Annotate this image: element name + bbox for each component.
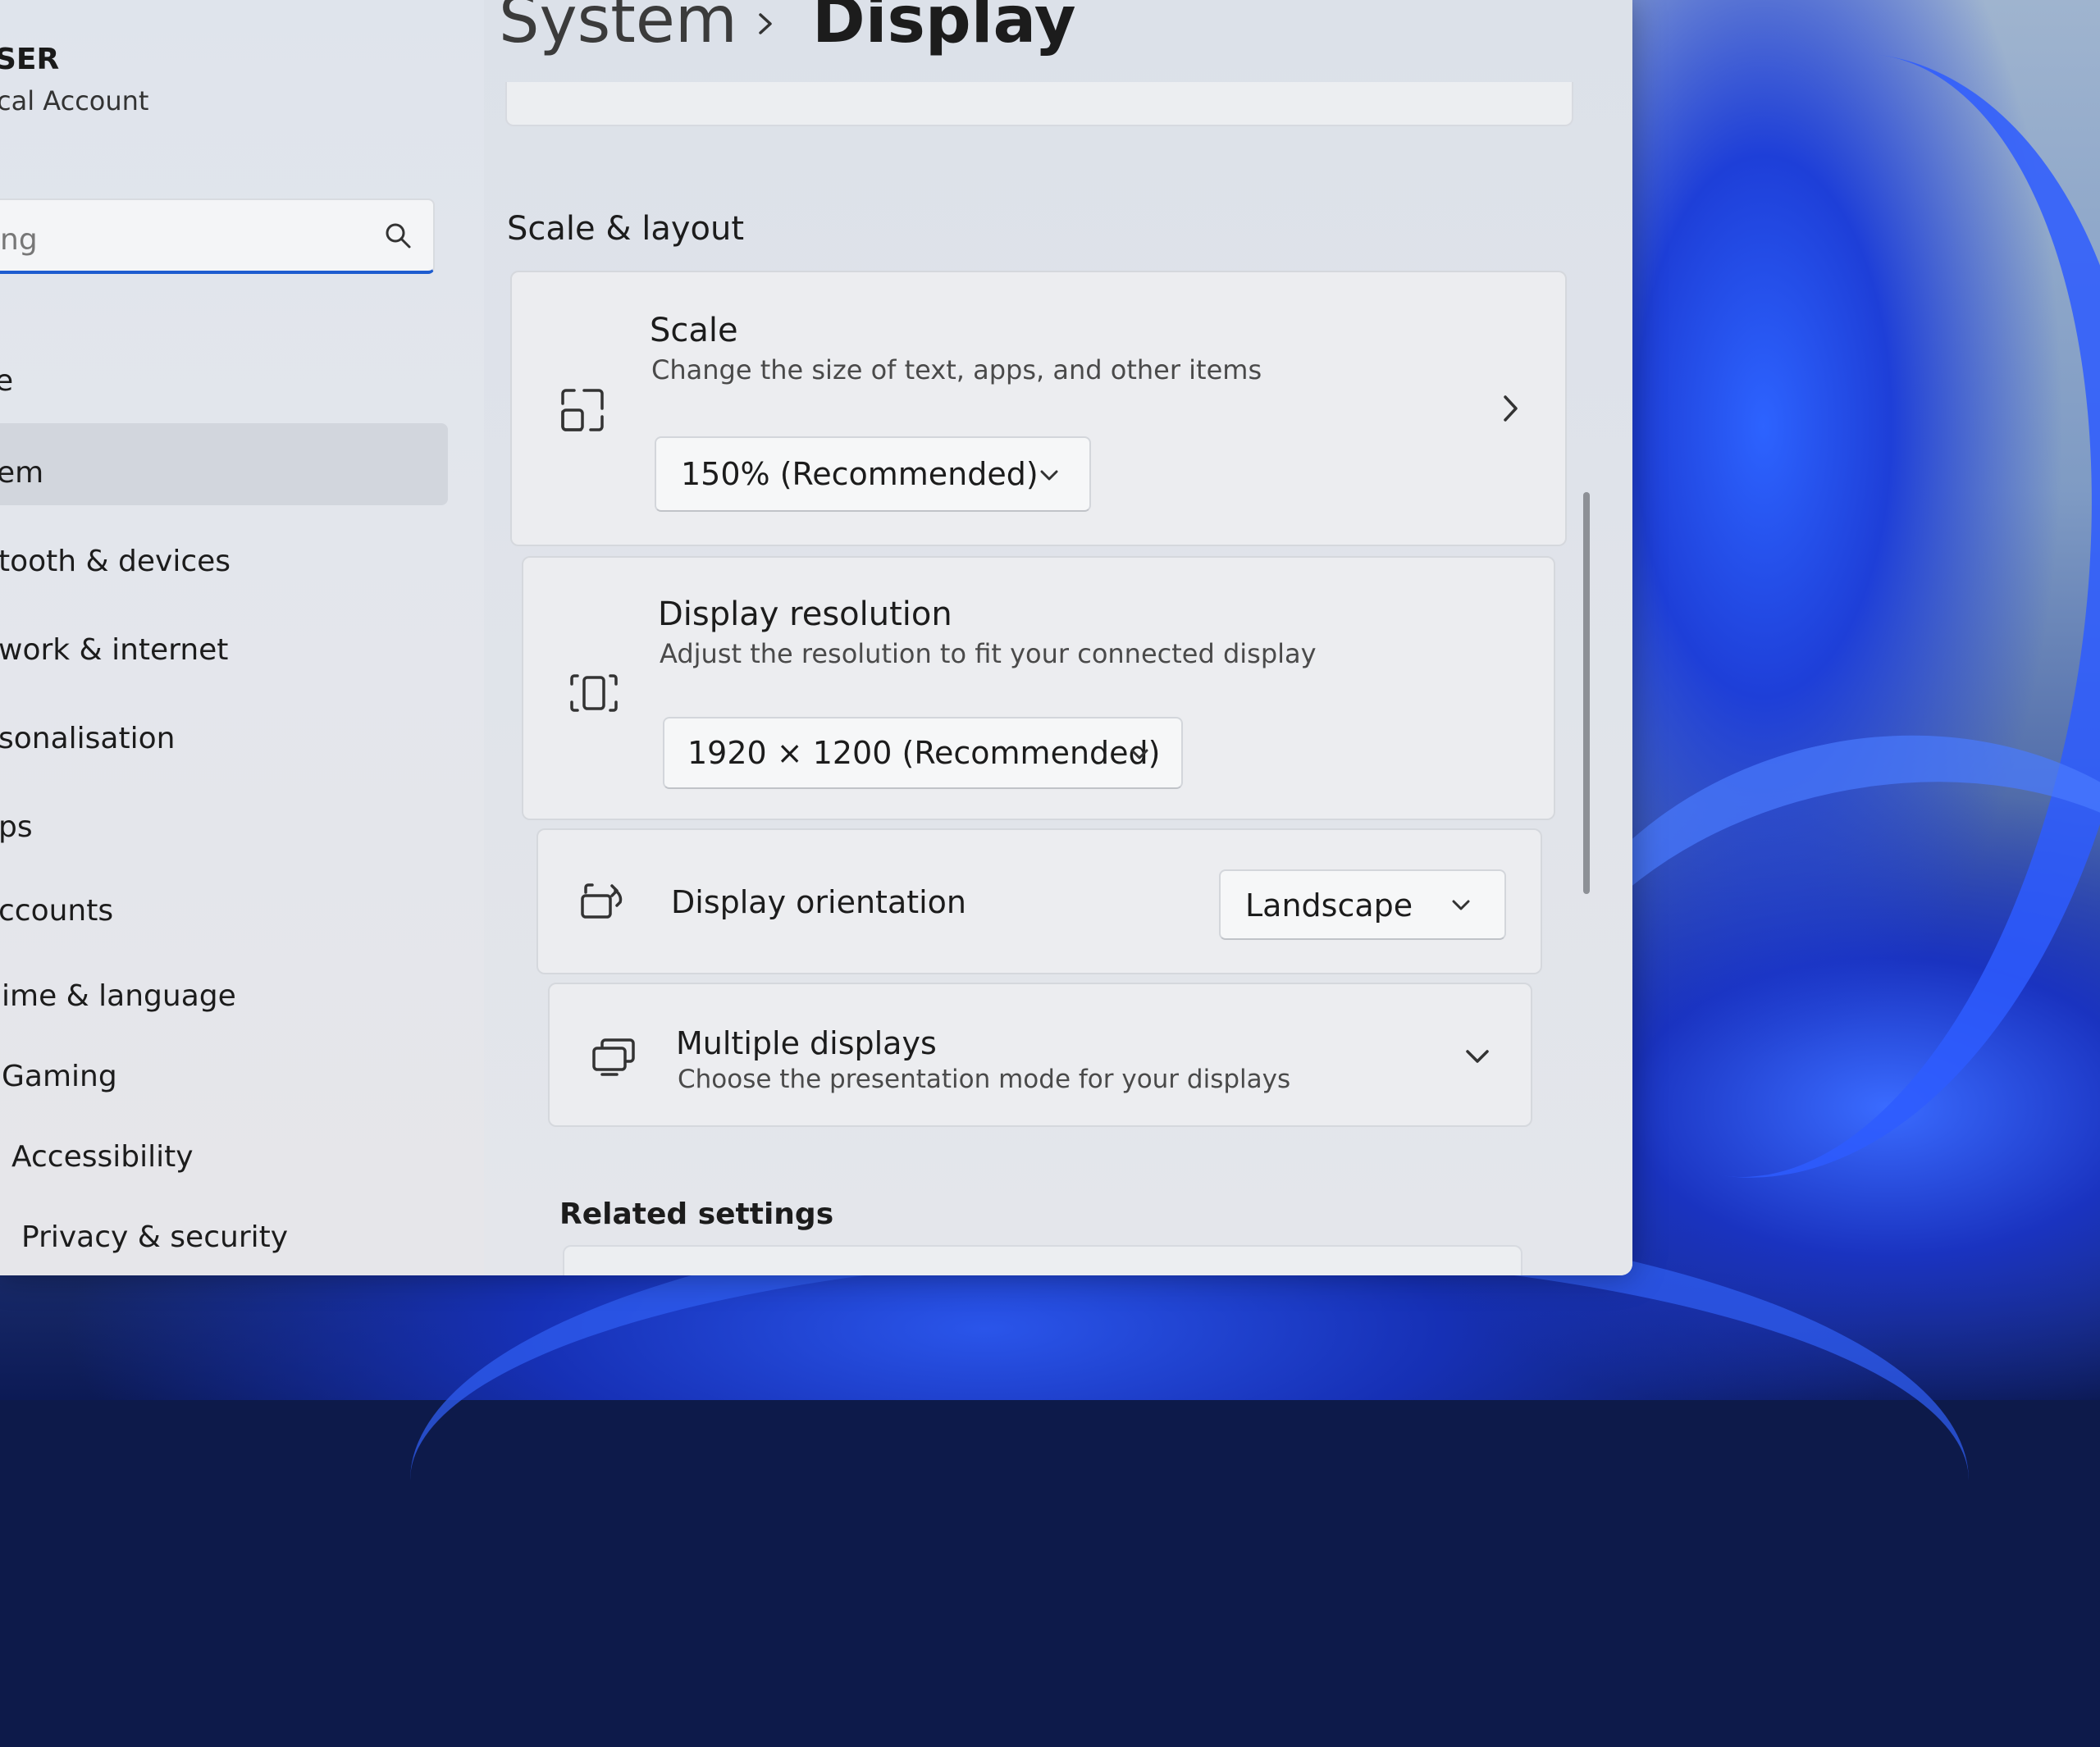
scale-description: Change the size of text, apps, and other… [651,354,1262,385]
orientation-title: Display orientation [671,884,967,920]
previous-card [505,82,1573,126]
orientation-card[interactable]: Display orientation Landscape [536,828,1542,974]
resolution-dropdown-value: 1920 × 1200 (Recommended) [687,735,1161,771]
nav-item-home[interactable]: e [0,364,13,398]
nav-item-network-internet[interactable]: work & internet [0,633,228,667]
multiple-displays-icon [592,1038,635,1076]
nav-item-privacy-security[interactable]: Privacy & security [21,1220,288,1254]
nav-item-accessibility[interactable]: Accessibility [11,1140,194,1174]
multiple-displays-title: Multiple displays [676,1025,937,1061]
chevron-right-icon [759,13,772,34]
nav-item-accounts[interactable]: ccounts [0,894,113,928]
chevron-down-icon [1452,900,1470,910]
scale-icon [561,389,604,431]
multiple-displays-card[interactable]: Multiple displays Choose the presentatio… [548,983,1532,1127]
settings-window: SER cal Account ng e em tooth & devices … [0,0,1632,1275]
nav-selected-highlight [0,423,448,505]
chevron-down-icon[interactable] [1463,1045,1491,1068]
resolution-card[interactable]: Display resolution Adjust the resolution… [522,556,1555,820]
account-type: cal Account [0,85,149,116]
nav-item-personalisation[interactable]: sonalisation [0,722,175,755]
search-icon[interactable] [384,221,412,249]
nav-item-gaming[interactable]: Gaming [2,1060,117,1093]
breadcrumb-system[interactable]: System [499,0,737,57]
multiple-displays-description: Choose the presentation mode for your di… [678,1065,1291,1094]
chevron-right-icon[interactable] [1498,392,1522,425]
orientation-icon [581,883,623,919]
search-box[interactable]: ng [0,198,435,274]
scale-dropdown-value: 150% (Recommended) [681,456,1039,492]
section-title-related-settings: Related settings [559,1197,834,1231]
nav-item-apps[interactable]: ps [0,810,33,844]
related-settings-card[interactable] [563,1245,1522,1275]
orientation-dropdown-value: Landscape [1245,887,1413,924]
section-title-scale-layout: Scale & layout [507,210,745,248]
resolution-dropdown[interactable]: 1920 × 1200 (Recommended) [663,717,1183,789]
scrollbar-thumb[interactable] [1583,492,1590,894]
scale-card[interactable]: Scale Change the size of text, apps, and… [510,271,1567,546]
search-input[interactable]: ng [0,223,38,257]
resolution-title: Display resolution [658,595,952,633]
orientation-dropdown[interactable]: Landscape [1219,869,1506,940]
resolution-description: Adjust the resolution to fit your connec… [660,638,1317,669]
page-title: Display [812,0,1076,57]
nav-item-system[interactable]: em [0,456,43,490]
nav-item-time-language[interactable]: ime & language [2,979,236,1013]
account-name: SER [0,43,60,76]
scale-title: Scale [650,312,738,349]
scale-dropdown[interactable]: 150% (Recommended) [655,436,1091,512]
wallpaper-swirl [410,1214,1969,1747]
chevron-down-icon [1040,470,1058,481]
chevron-down-icon [1130,749,1148,759]
resolution-icon [570,674,618,712]
nav-item-bluetooth-devices[interactable]: tooth & devices [0,545,231,578]
